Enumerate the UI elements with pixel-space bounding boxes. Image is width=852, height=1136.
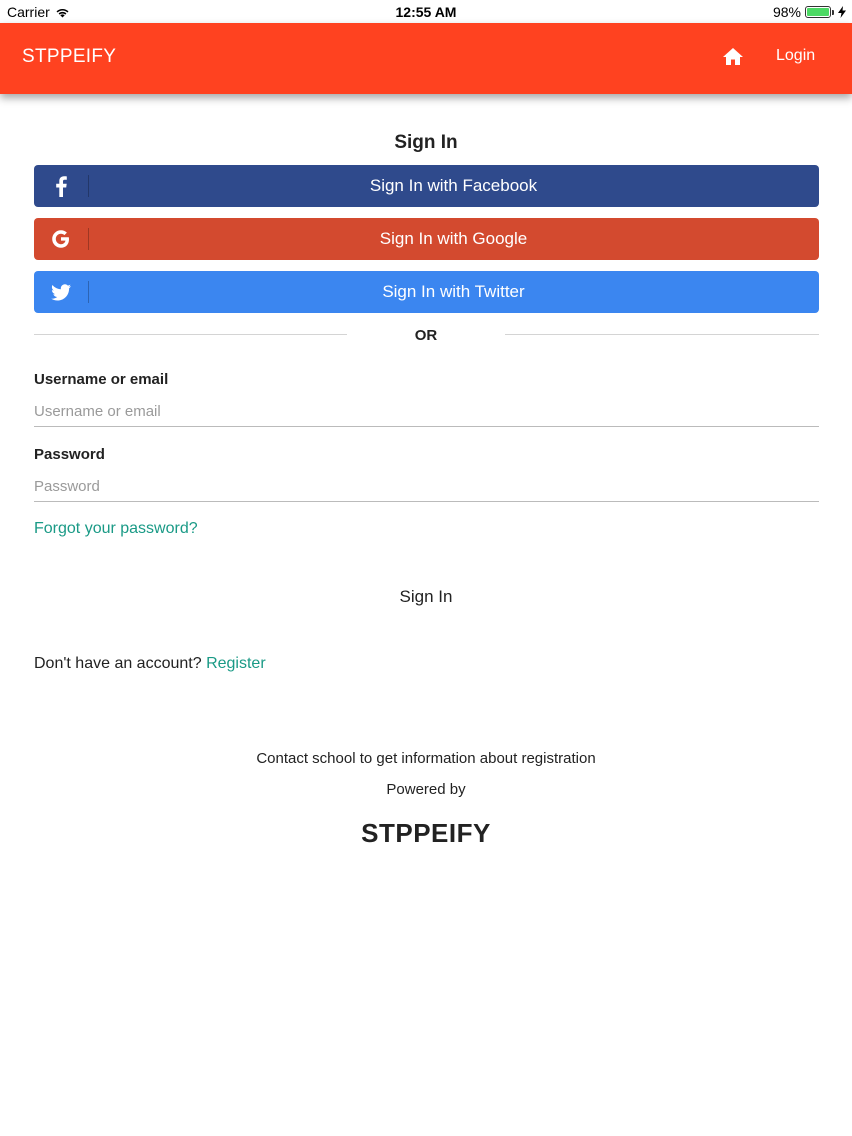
register-link[interactable]: Register [206,655,266,672]
top-navbar: STPPEIFY Login [0,23,852,94]
no-account-row: Don't have an account? Register [34,655,266,673]
signin-title: Sign In [394,132,458,153]
charging-icon [838,6,846,18]
twitter-signin-label: Sign In with Twitter [382,282,525,301]
facebook-signin-button[interactable]: Sign In with Facebook [34,165,819,207]
contact-school-text: Contact school to get information about … [256,750,596,767]
home-icon[interactable] [721,45,745,69]
forgot-password-link[interactable]: Forgot your password? [34,520,198,538]
divider-right [505,334,819,335]
or-divider-text: OR [414,327,438,344]
facebook-icon [34,165,88,207]
facebook-signin-label: Sign In with Facebook [369,176,538,195]
brand-title[interactable]: STPPEIFY [22,46,116,68]
battery-icon [805,6,834,18]
twitter-icon [34,271,88,313]
twitter-signin-button[interactable]: Sign In with Twitter [34,271,819,313]
google-signin-button[interactable]: Sign In with Google [34,218,819,260]
password-input[interactable] [34,472,819,502]
google-signin-label: Sign In with Google [379,229,528,248]
signin-submit-button[interactable]: Sign In [0,587,852,607]
username-label: Username or email [34,371,169,388]
username-input[interactable] [34,397,819,427]
password-label: Password [34,446,105,463]
powered-by-text: Powered by [386,781,466,798]
google-icon [34,218,88,260]
no-account-text: Don't have an account? [34,655,202,672]
footer-logo: STPPEIFY [361,818,491,848]
clock: 12:55 AM [395,4,457,20]
battery-indicator: 98% [773,4,846,20]
login-link[interactable]: Login [776,47,815,65]
battery-percent: 98% [772,4,801,20]
status-bar: Carrier 12:55 AM 98% [0,0,852,23]
